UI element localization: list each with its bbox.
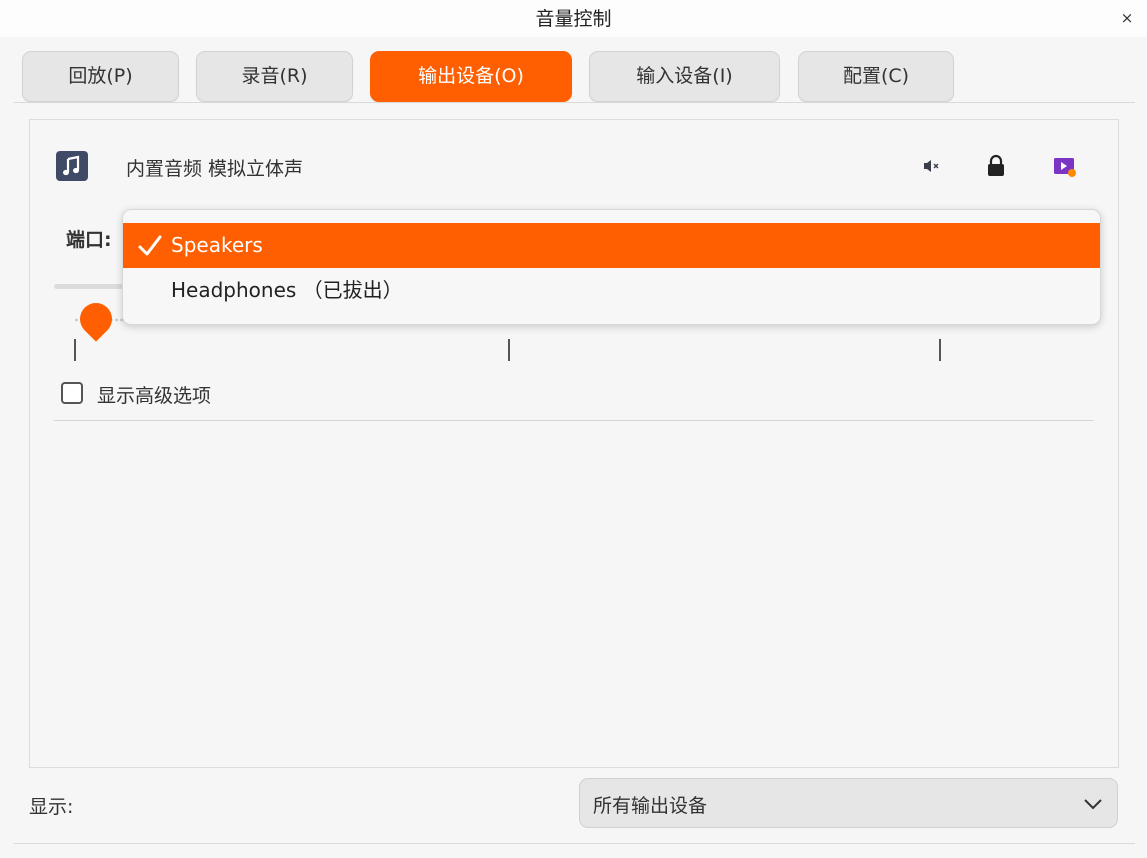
music-note-icon <box>56 151 88 181</box>
show-filter-value: 所有输出设备 <box>593 795 708 817</box>
tab-bar: 回放(P) 录音(R) 输出设备(O) 输入设备(I) 配置(C) <box>0 51 1147 103</box>
checkmark-icon <box>138 235 162 256</box>
lock-icon <box>988 154 1004 176</box>
volume-tick-min <box>74 339 76 361</box>
tab-divider <box>14 102 1135 103</box>
titlebar: 音量控制 × <box>0 0 1147 37</box>
volume-slider-handle[interactable] <box>73 296 119 342</box>
tab-input-devices[interactable]: 输入设备(I) <box>589 51 780 102</box>
window-title: 音量控制 <box>535 8 612 30</box>
set-default-button[interactable] <box>1051 152 1079 180</box>
bottom-divider <box>14 843 1135 844</box>
panel-divider <box>54 420 1094 421</box>
port-option-headphones[interactable]: Headphones （已拔出） <box>123 268 1100 313</box>
show-filter-select[interactable]: 所有输出设备 <box>579 778 1118 828</box>
port-option-label: Speakers <box>171 233 263 257</box>
chevron-down-icon <box>1084 799 1102 810</box>
port-option-label: Headphones （已拔出） <box>171 278 403 302</box>
lock-channels-button[interactable] <box>982 152 1010 180</box>
port-label: 端口: <box>66 229 112 251</box>
volume-tick-mid <box>508 339 510 361</box>
tab-output-devices[interactable]: 输出设备(O) <box>370 51 572 102</box>
close-button[interactable]: × <box>1119 0 1135 37</box>
port-dropdown-menu: Speakers Headphones （已拔出） <box>122 209 1101 325</box>
volume-control-window: 音量控制 × 回放(P) 录音(R) 输出设备(O) 输入设备(I) 配置(C)… <box>0 0 1147 858</box>
advanced-options-checkbox[interactable] <box>61 382 83 404</box>
close-icon: × <box>1120 9 1134 27</box>
show-label: 显示: <box>29 796 74 818</box>
advanced-options-label: 显示高级选项 <box>97 385 212 407</box>
tab-recording[interactable]: 录音(R) <box>196 51 353 102</box>
tab-configuration[interactable]: 配置(C) <box>798 51 954 102</box>
media-player-icon <box>1054 158 1076 177</box>
speaker-mute-icon <box>924 160 939 172</box>
volume-tick-max <box>939 339 941 361</box>
tab-playback[interactable]: 回放(P) <box>22 51 179 102</box>
mute-button[interactable] <box>918 152 946 180</box>
device-name: 内置音频 模拟立体声 <box>126 158 304 180</box>
port-option-speakers[interactable]: Speakers <box>123 223 1100 268</box>
